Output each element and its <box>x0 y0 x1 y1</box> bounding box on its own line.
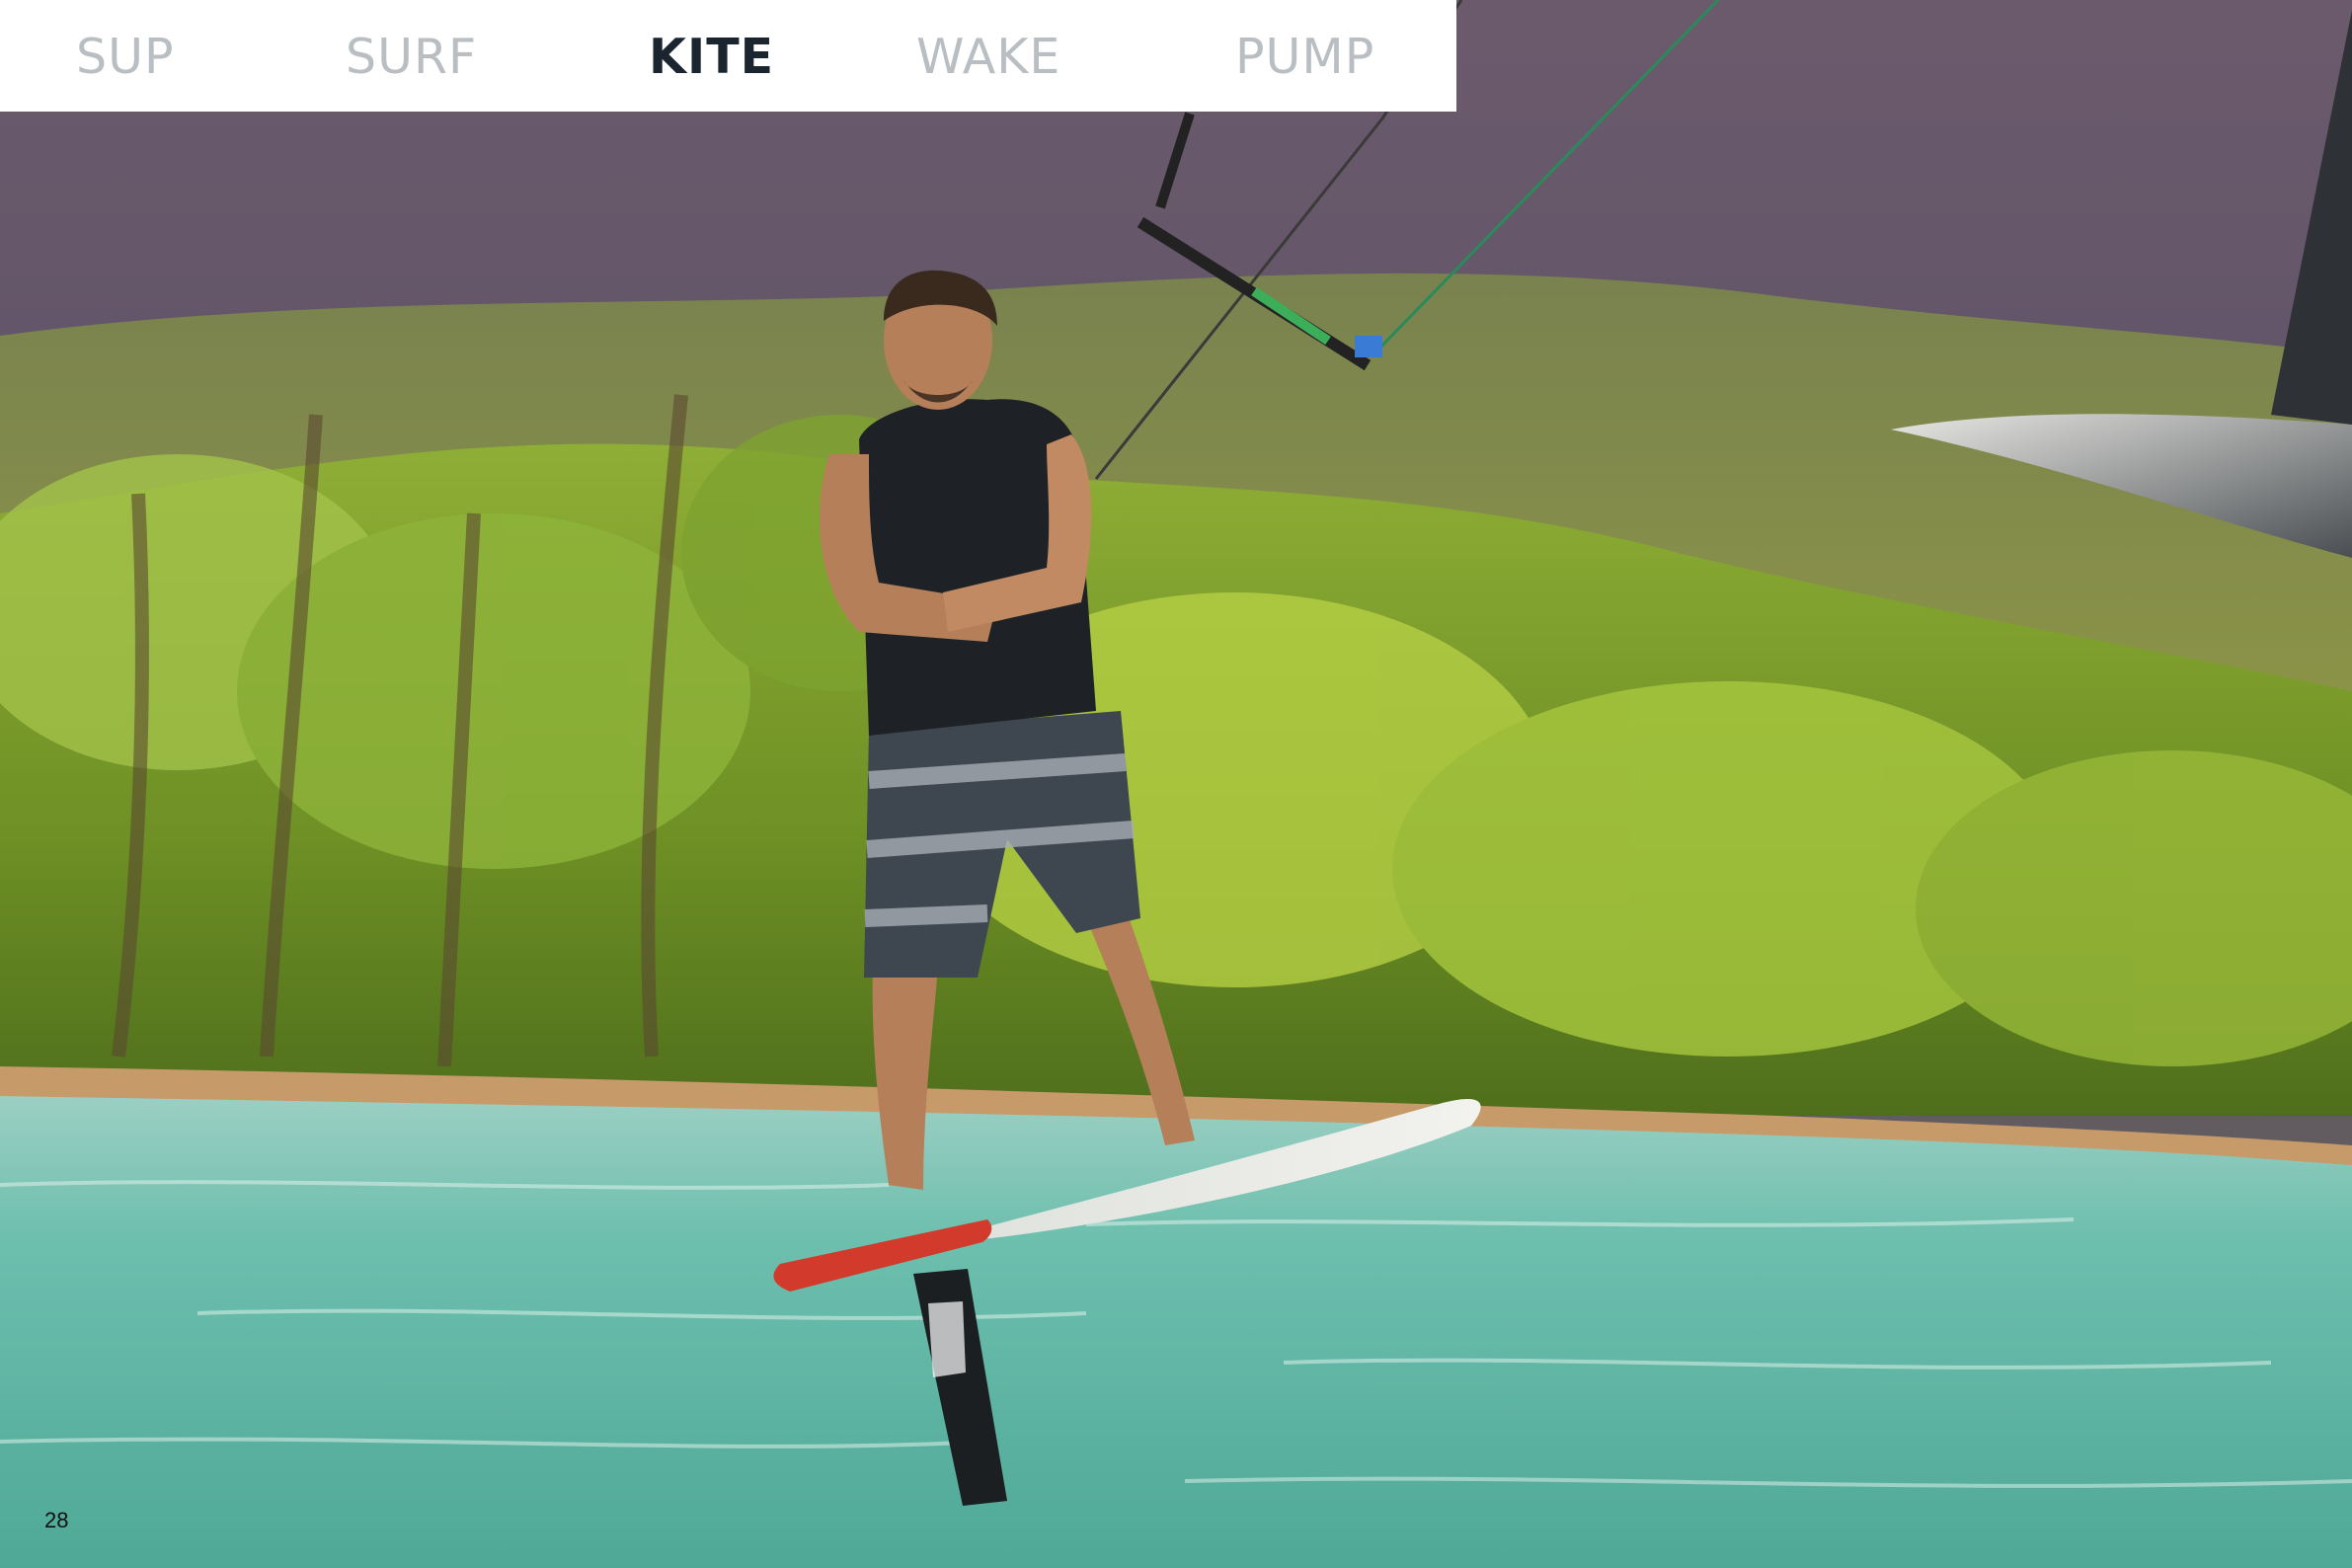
tab-kite[interactable]: KITE <box>649 30 774 85</box>
category-nav-bar: SUP SURF KITE WAKE PUMP <box>0 0 1456 112</box>
page-number: 28 <box>44 1508 69 1532</box>
tab-surf[interactable]: SURF <box>346 30 477 85</box>
kite-foil-rider-photo <box>0 0 2352 1568</box>
tab-sup[interactable]: SUP <box>76 30 175 85</box>
tab-pump[interactable]: PUMP <box>1235 30 1374 85</box>
tab-wake[interactable]: WAKE <box>916 30 1060 85</box>
